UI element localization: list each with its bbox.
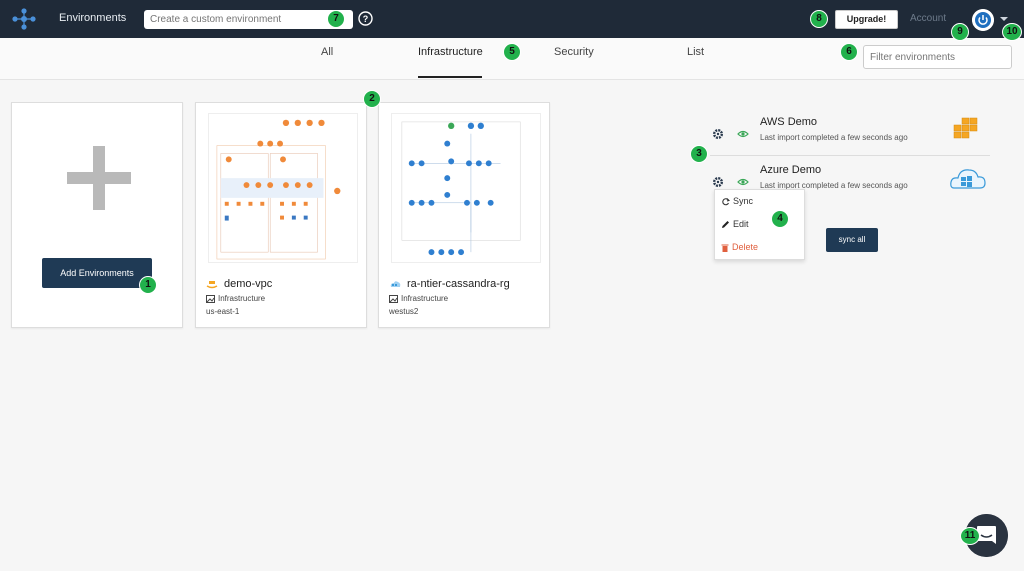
- plus-icon-bar: [67, 172, 131, 184]
- callout-badge: 8: [810, 10, 828, 28]
- callout-badge: 2: [363, 90, 381, 108]
- top-bar: Environments ? Upgrade! Account: [0, 0, 1024, 38]
- environment-diagram-thumbnail: [391, 113, 541, 263]
- environment-type: Infrastructure: [218, 294, 266, 303]
- callout-badge: 3: [690, 145, 708, 163]
- environment-diagram-thumbnail: [208, 113, 358, 263]
- app-logo-icon[interactable]: [12, 8, 36, 30]
- aws-icon: [206, 281, 218, 289]
- svg-text:?: ?: [363, 14, 369, 24]
- environment-card-demo-vpc[interactable]: demo-vpc Infrastructure us-east-1: [195, 102, 367, 328]
- callout-badge: 11: [960, 527, 980, 545]
- aws-logo-icon: [953, 117, 978, 139]
- environment-name[interactable]: ra-ntier-cassandra-rg: [407, 278, 510, 290]
- callout-badge: 4: [771, 210, 789, 228]
- menu-item-label: Sync: [733, 196, 754, 206]
- menu-item-label: Delete: [732, 242, 759, 252]
- app-title[interactable]: Environments: [59, 12, 126, 24]
- callout-badge: 1: [139, 276, 157, 294]
- sync-status-text: Last import completed a few seconds ago: [760, 133, 908, 142]
- add-environments-button[interactable]: Add Environments: [42, 258, 152, 288]
- create-environment-input[interactable]: [144, 10, 353, 29]
- tab-security[interactable]: Security: [554, 46, 594, 58]
- environment-region: westus2: [389, 307, 419, 316]
- power-icon[interactable]: [972, 9, 994, 31]
- environment-name[interactable]: demo-vpc: [224, 278, 272, 290]
- callout-badge: 9: [951, 23, 969, 41]
- menu-item-edit[interactable]: Edit: [721, 219, 749, 229]
- eye-icon[interactable]: [737, 176, 749, 188]
- callout-badge: 5: [503, 43, 521, 61]
- environment-type-row: Infrastructure: [389, 294, 448, 303]
- filter-environments-input[interactable]: [863, 45, 1012, 69]
- environment-context-menu: Sync Edit Delete: [714, 189, 805, 260]
- menu-item-delete[interactable]: Delete: [721, 242, 759, 253]
- callout-badge: 10: [1002, 23, 1022, 41]
- environment-type: Infrastructure: [401, 294, 449, 303]
- sync-all-button[interactable]: sync all: [826, 228, 878, 252]
- environment-type-row: Infrastructure: [206, 294, 265, 303]
- tab-all[interactable]: All: [321, 46, 333, 58]
- callout-badge: 6: [840, 43, 858, 61]
- gear-icon[interactable]: [712, 176, 724, 188]
- trash-icon: [721, 244, 729, 253]
- gear-icon[interactable]: [712, 128, 724, 140]
- account-link[interactable]: Account: [910, 13, 946, 24]
- tab-list[interactable]: List: [687, 46, 704, 58]
- tab-infrastructure[interactable]: Infrastructure: [418, 46, 483, 58]
- azure-icon: [390, 281, 401, 288]
- add-environment-card[interactable]: Add Environments: [11, 102, 183, 328]
- environment-title-row: ra-ntier-cassandra-rg: [389, 278, 510, 290]
- image-icon: [389, 294, 398, 303]
- callout-badge: 7: [327, 10, 345, 28]
- menu-item-sync[interactable]: Sync: [721, 196, 753, 206]
- eye-icon[interactable]: [737, 128, 749, 140]
- pencil-icon: [722, 221, 729, 229]
- sync-row-aws-demo: AWS Demo Last import completed a few sec…: [700, 108, 990, 154]
- menu-item-label: Edit: [733, 219, 749, 229]
- refresh-icon: [722, 198, 730, 206]
- sync-environment-name: Azure Demo: [760, 164, 822, 176]
- active-tab-indicator: [418, 76, 482, 78]
- environment-card-ra-ntier-cassandra-rg[interactable]: ra-ntier-cassandra-rg Infrastructure wes…: [378, 102, 550, 328]
- azure-logo-icon: [950, 169, 986, 189]
- environment-title-row: demo-vpc: [206, 278, 272, 290]
- upgrade-button[interactable]: Upgrade!: [835, 10, 898, 29]
- image-icon: [206, 294, 215, 303]
- question-circle-icon[interactable]: ?: [358, 11, 373, 26]
- sync-environment-name: AWS Demo: [760, 116, 818, 128]
- account-menu-chevron-down-icon[interactable]: [1000, 17, 1008, 21]
- environment-region: us-east-1: [206, 307, 240, 316]
